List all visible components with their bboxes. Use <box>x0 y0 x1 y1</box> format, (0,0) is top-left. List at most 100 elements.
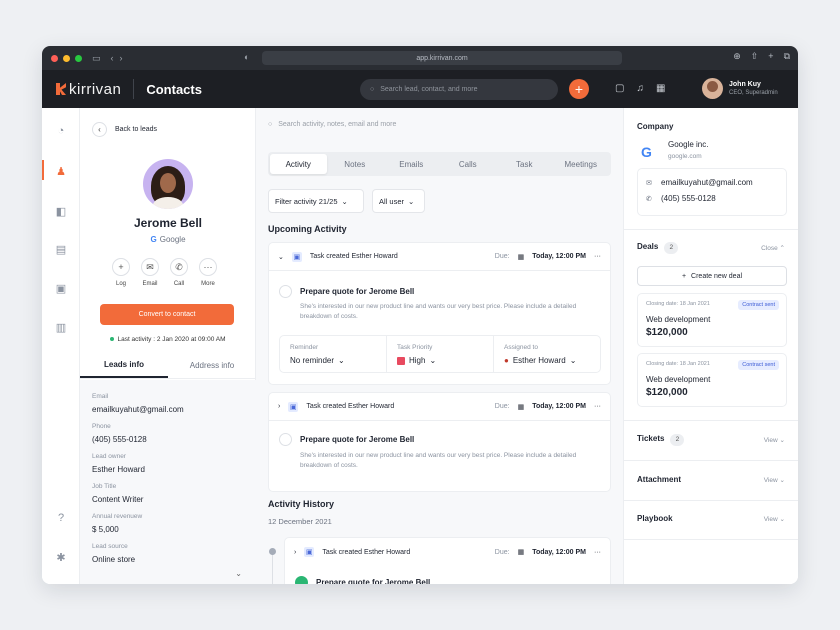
tab-leads-info[interactable]: Leads info <box>80 352 168 378</box>
help-icon[interactable]: ? <box>54 511 68 525</box>
calendar-icon: ▦ <box>518 253 525 261</box>
plus-icon: + <box>112 258 130 276</box>
activity-search-placeholder: Search activity, notes, email and more <box>278 121 396 128</box>
filter-activity-dropdown[interactable]: Filter activity 21/25⌄ <box>268 189 364 213</box>
activity-search-input[interactable]: ○ Search activity, notes, email and more <box>268 121 396 128</box>
back-to-leads-button[interactable]: ‹ Back to leads <box>92 122 157 137</box>
store-icon[interactable]: ▤ <box>54 242 68 256</box>
task-checkbox[interactable] <box>279 285 292 298</box>
google-icon: G <box>150 235 156 244</box>
reminder-field[interactable]: Reminder No reminder⌄ <box>280 336 387 372</box>
app-header: kirrivan Contacts ○ Search lead, contact… <box>42 70 798 108</box>
view-tickets-toggle[interactable]: View ⌄ <box>764 436 785 444</box>
tab-address-info[interactable]: Address info <box>168 352 256 378</box>
chevron-down-icon: ⌄ <box>342 197 348 206</box>
contacts-icon[interactable]: ♟ <box>54 164 68 178</box>
nav-active-indicator <box>42 160 44 180</box>
more-button[interactable]: ···More <box>199 258 217 287</box>
chevron-down-icon: ⌄ <box>408 197 414 206</box>
tabs-icon[interactable]: ⧉ <box>784 51 790 62</box>
info-tabs: Leads info Address info <box>80 352 256 379</box>
sidebar-toggle-icon[interactable]: ▭ <box>92 53 101 64</box>
task-card[interactable]: ⌄ ▣ Task created Esther Howard Due: ▦ To… <box>268 242 611 385</box>
company-site[interactable]: google.com <box>668 153 702 160</box>
download-icon[interactable]: ⊕ <box>733 51 741 62</box>
divider <box>133 79 134 99</box>
settings-icon[interactable]: ✱ <box>54 550 68 564</box>
calendar-icon[interactable]: ▦ <box>656 83 665 94</box>
user-filter-dropdown[interactable]: All user⌄ <box>372 189 425 213</box>
log-button[interactable]: +Log <box>112 258 130 287</box>
share-icon[interactable]: ⇧ <box>751 51 759 62</box>
more-icon[interactable]: ··· <box>594 253 601 260</box>
reminder-value: No reminder <box>290 356 334 365</box>
bell-icon[interactable]: ♫ <box>636 83 644 94</box>
view-label: View <box>764 516 778 523</box>
task-card[interactable]: › ▣ Task created Esther Howard Due: ▦ To… <box>284 537 611 584</box>
tab-task[interactable]: Task <box>496 154 553 174</box>
more-icon[interactable]: ··· <box>594 549 601 556</box>
shield-icon[interactable]: ◐ <box>244 52 249 62</box>
view-playbook-toggle[interactable]: View ⌄ <box>764 515 785 523</box>
chevron-down-icon[interactable]: ⌄ <box>278 253 284 261</box>
task-checkbox[interactable] <box>279 433 292 446</box>
chevron-down-icon[interactable]: ⌄ <box>235 569 242 578</box>
back-nav-icon[interactable]: ‹ <box>111 53 114 63</box>
more-icon[interactable]: ··· <box>594 403 601 410</box>
task-card[interactable]: › ▣ Task created Esther Howard Due: ▦ To… <box>268 392 611 492</box>
tab-calls[interactable]: Calls <box>440 154 497 174</box>
address-bar[interactable]: app.kirrivan.com <box>262 51 622 65</box>
search-icon: ○ <box>268 121 272 128</box>
task-checkbox-checked[interactable] <box>295 576 308 584</box>
view-attachment-toggle[interactable]: View ⌄ <box>764 476 785 484</box>
tab-emails[interactable]: Emails <box>383 154 440 174</box>
reports-icon[interactable]: ▥ <box>54 320 68 334</box>
chevron-right-icon[interactable]: › <box>294 549 296 556</box>
field-label: Annual revenuew <box>92 513 244 520</box>
dashboard-icon[interactable]: ◔ <box>54 124 68 138</box>
field-value: $ 5,000 <box>92 525 244 534</box>
chevron-down-icon: ⌄ <box>570 356 577 365</box>
email-button[interactable]: ✉Email <box>141 258 159 287</box>
minimize-window-button[interactable] <box>63 55 70 62</box>
campaign-icon[interactable]: ◧ <box>54 204 68 218</box>
company-phone[interactable]: (405) 555-0128 <box>661 194 716 203</box>
chat-icon[interactable]: ▢ <box>615 83 624 94</box>
deal-card[interactable]: Closing date: 18 Jan 2021 Contract sent … <box>637 353 787 407</box>
new-tab-icon[interactable]: + <box>768 51 773 62</box>
deal-card[interactable]: Closing date: 18 Jan 2021 Contract sent … <box>637 293 787 347</box>
search-input[interactable]: ○ Search lead, contact, and more <box>360 79 558 100</box>
company-email[interactable]: emailkuyahut@gmail.com <box>661 178 753 187</box>
task-description: She's interested in our new product line… <box>300 302 600 322</box>
close-deals-toggle[interactable]: Close ⌃ <box>761 244 785 252</box>
task-created-text: Task created Esther Howard <box>306 403 394 410</box>
add-button[interactable]: + <box>569 79 589 99</box>
chevron-up-icon: ⌃ <box>780 245 785 252</box>
briefcase-icon[interactable]: ▣ <box>54 281 68 295</box>
playbook-title: Playbook <box>637 514 673 523</box>
forward-nav-icon[interactable]: › <box>120 53 123 63</box>
field-label: Lead source <box>92 543 244 550</box>
tab-activity[interactable]: Activity <box>270 154 327 174</box>
chevron-right-icon[interactable]: › <box>278 403 280 410</box>
assigned-field[interactable]: Assigned to ●Esther Howard⌄ <box>494 336 600 372</box>
task-owner: Esther Howard <box>364 549 410 556</box>
details-sidebar: Company G Google inc. google.com ✉emailk… <box>624 108 798 584</box>
priority-field[interactable]: Task Priority High⌄ <box>387 336 494 372</box>
task-title: Prepare quote for Jerome Bell <box>316 578 430 584</box>
call-button[interactable]: ✆Call <box>170 258 188 287</box>
maximize-window-button[interactable] <box>75 55 82 62</box>
deal-amount: $120,000 <box>646 387 778 398</box>
tab-meetings[interactable]: Meetings <box>553 154 610 174</box>
user-name: John Kuy <box>729 81 778 88</box>
user-menu[interactable]: John Kuy CEO, Superadmin <box>702 78 778 99</box>
create-deal-button[interactable]: +Create new deal <box>637 266 787 286</box>
logo[interactable]: kirrivan <box>56 81 121 98</box>
task-fields: Reminder No reminder⌄ Task Priority High… <box>279 335 601 373</box>
priority-flag-icon <box>397 357 405 365</box>
tab-notes[interactable]: Notes <box>327 154 384 174</box>
close-window-button[interactable] <box>51 55 58 62</box>
history-title: Activity History <box>268 499 334 509</box>
convert-to-contact-button[interactable]: Convert to contact <box>100 304 234 325</box>
page-title: Contacts <box>146 82 202 97</box>
